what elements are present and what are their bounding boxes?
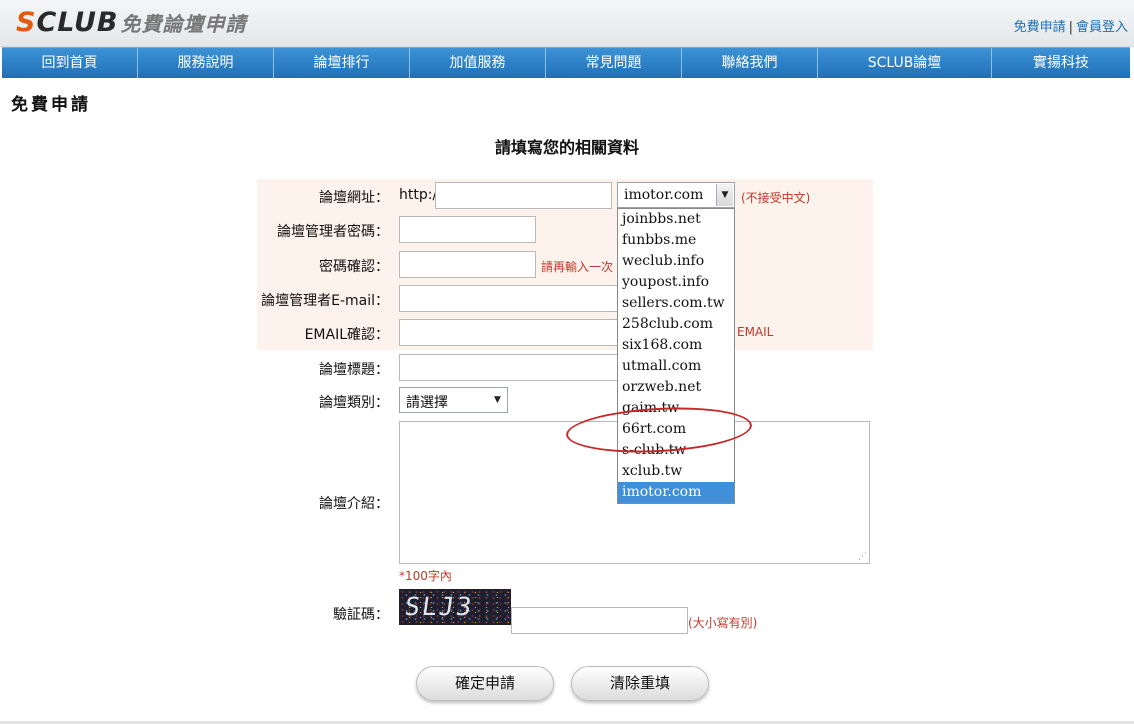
url-label: 論壇網址： [319, 190, 389, 206]
link-separator: | [1068, 20, 1073, 35]
domain-option[interactable]: funbbs.me [618, 230, 734, 251]
logo-brand: SCLUB [16, 7, 119, 38]
category-select[interactable]: 請選擇 ▼ [399, 387, 508, 413]
email-confirm-label: EMAIL確認： [304, 327, 389, 343]
email-input[interactable] [399, 285, 619, 312]
email-label: 論壇管理者E-mail： [261, 293, 389, 309]
captcha-note: (大小寫有別) [688, 616, 758, 630]
site-header: SCLUB 免費論壇申請 免費申請 | 會員登入 [0, 0, 1134, 47]
captcha-image: SLJ3 [399, 589, 511, 625]
nav-company[interactable]: 實揚科技 [992, 48, 1130, 78]
domain-option[interactable]: s-club.tw [618, 440, 734, 461]
captcha-text: SLJ3 [402, 592, 476, 621]
domain-option-selected[interactable]: imotor.com [618, 482, 734, 503]
nav-value-added[interactable]: 加值服務 [410, 48, 546, 78]
domain-dropdown-list: joinbbs.net funbbs.me weclub.info youpos… [617, 208, 735, 504]
member-login-link[interactable]: 會員登入 [1076, 20, 1128, 35]
domain-option[interactable]: 258club.com [618, 314, 734, 335]
forum-title-label: 論壇標題： [319, 362, 389, 378]
domain-option[interactable]: xclub.tw [618, 461, 734, 482]
chevron-down-icon[interactable]: ▼ [716, 184, 733, 206]
domain-option[interactable]: youpost.info [618, 272, 734, 293]
page-title: 免費申請 [11, 95, 91, 115]
domain-option[interactable]: sellers.com.tw [618, 293, 734, 314]
nav-ranking[interactable]: 論壇排行 [274, 48, 410, 78]
domain-option[interactable]: joinbbs.net [618, 209, 734, 230]
domain-option[interactable]: six168.com [618, 335, 734, 356]
domain-option[interactable]: orzweb.net [618, 377, 734, 398]
domain-option[interactable]: weclub.info [618, 251, 734, 272]
nav-home[interactable]: 回到首頁 [2, 48, 138, 78]
forum-title-input[interactable] [399, 354, 619, 381]
captcha-label: 驗証碼： [333, 607, 389, 623]
nav-service[interactable]: 服務說明 [138, 48, 274, 78]
domain-selected-value: imotor.com [624, 187, 704, 203]
email-confirm-note: EMAIL [737, 325, 774, 339]
domain-select[interactable]: imotor.com ▼ [617, 182, 735, 208]
submit-button[interactable]: 確定申請 [416, 666, 554, 701]
domain-option[interactable]: gaim.tw [618, 398, 734, 419]
site-logo[interactable]: SCLUB 免費論壇申請 [16, 7, 247, 38]
captcha-input[interactable] [511, 607, 688, 634]
nav-sclub-forum[interactable]: SCLUB論壇 [818, 48, 992, 78]
top-links: 免費申請 | 會員登入 [1014, 16, 1128, 35]
domain-option[interactable]: utmall.com [618, 356, 734, 377]
free-apply-link[interactable]: 免費申請 [1014, 20, 1066, 35]
password-confirm-label: 密碼確認： [319, 259, 389, 275]
nav-faq[interactable]: 常見問題 [546, 48, 682, 78]
intro-note: *100字內 [399, 569, 452, 583]
password-confirm-note: 請再輸入一次 [541, 260, 614, 274]
nav-contact[interactable]: 聯絡我們 [682, 48, 818, 78]
chevron-down-icon[interactable]: ▼ [489, 389, 506, 411]
url-input[interactable] [435, 182, 612, 209]
email-confirm-input[interactable] [399, 319, 619, 346]
domain-note: (不接受中文) [741, 191, 811, 205]
resize-grip-icon[interactable]: ⋰ [858, 552, 867, 562]
domain-option[interactable]: 66rt.com [618, 419, 734, 440]
logo-subtitle: 免費論壇申請 [120, 12, 247, 36]
password-label: 論壇管理者密碼： [277, 224, 389, 240]
form-title: 請填寫您的相關資料 [494, 138, 639, 157]
main-nav: 回到首頁 服務說明 論壇排行 加值服務 常見問題 聯絡我們 SCLUB論壇 實揚… [2, 47, 1130, 78]
password-input[interactable] [399, 216, 536, 243]
password-confirm-input[interactable] [399, 251, 536, 278]
intro-label: 論壇介紹： [319, 496, 389, 512]
reset-button[interactable]: 清除重填 [571, 666, 709, 701]
category-selected-value: 請選擇 [406, 395, 448, 411]
category-label: 論壇類別： [319, 395, 389, 411]
